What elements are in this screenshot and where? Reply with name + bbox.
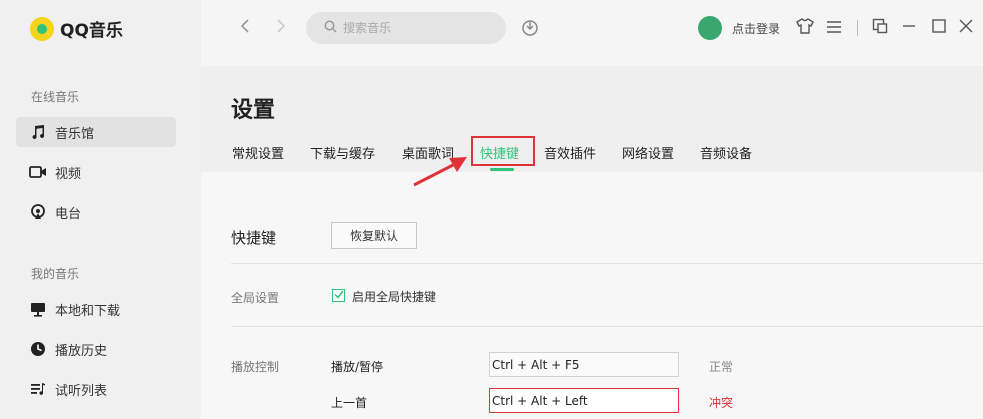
section-divider [231, 263, 983, 264]
search-input[interactable] [343, 21, 493, 35]
sidebar-item-play-history[interactable]: 播放历史 [16, 334, 176, 364]
qq-music-logo-icon [30, 16, 54, 41]
chevron-left-icon [240, 18, 250, 39]
hotkey-action-previous: 上一首 [331, 396, 368, 410]
monitor-icon [29, 300, 47, 318]
sidebar-item-label: 电台 [55, 206, 82, 222]
maximize-icon [931, 18, 947, 38]
enable-global-hotkeys-label[interactable]: 启用全局快捷键 [352, 288, 436, 305]
back-button[interactable] [235, 17, 255, 39]
tab-sound-effects[interactable]: 音效插件 [544, 143, 596, 162]
hotkey-status-normal: 正常 [709, 360, 734, 374]
maximize-button[interactable] [929, 18, 949, 38]
toolbar-divider [857, 20, 858, 36]
hotkey-status-conflict: 冲突 [709, 396, 734, 410]
sidebar-item-label: 音乐馆 [55, 126, 95, 142]
close-button[interactable] [956, 18, 976, 38]
history-icon [29, 340, 47, 358]
restore-default-button[interactable]: 恢复默认 [331, 222, 417, 249]
page-title: 设置 [231, 98, 276, 123]
sidebar-item-video[interactable]: 视频 [16, 157, 176, 187]
app-logo[interactable]: QQ音乐 [30, 16, 123, 41]
avatar[interactable] [698, 16, 722, 40]
my-music-section-title: 我的音乐 [31, 267, 80, 281]
video-icon [29, 163, 47, 181]
listen-recognize-button[interactable] [521, 18, 539, 42]
forward-button[interactable] [271, 17, 291, 39]
login-link[interactable]: 点击登录 [732, 20, 780, 37]
tab-general[interactable]: 常规设置 [232, 143, 284, 162]
radio-icon [29, 203, 47, 221]
sidebar-item-radio[interactable]: 电台 [16, 197, 176, 227]
close-icon [958, 18, 974, 38]
skin-button[interactable] [795, 18, 815, 38]
hotkey-input-play-pause[interactable] [489, 352, 679, 377]
sidebar-item-label: 本地和下载 [55, 303, 121, 319]
search-icon [324, 20, 337, 36]
annotation-arrow-icon [411, 152, 471, 192]
active-tab-highlight-box [471, 136, 535, 166]
music-note-icon [29, 123, 47, 141]
minimize-icon [901, 18, 917, 38]
active-tab-underline [490, 168, 514, 171]
tab-download-cache[interactable]: 下载与缓存 [310, 143, 375, 162]
hotkey-input-previous[interactable] [489, 388, 679, 413]
online-music-section-title: 在线音乐 [31, 90, 80, 104]
checkmark-icon [333, 290, 344, 302]
tab-audio-device[interactable]: 音频设备 [700, 143, 752, 162]
mini-mode-button[interactable] [870, 18, 890, 38]
settings-page: 设置 常规设置 下载与缓存 桌面歌词 快捷键 音效插件 网络设置 音频设备 快捷… [201, 66, 983, 419]
sidebar-item-label: 视频 [55, 166, 82, 182]
sidebar-item-label: 试听列表 [55, 383, 108, 399]
section-divider [231, 326, 983, 327]
menu-button[interactable] [824, 18, 844, 38]
search-box[interactable] [306, 12, 506, 44]
sidebar-item-label: 播放历史 [55, 343, 108, 359]
hotkey-action-play-pause: 播放/暂停 [331, 360, 384, 374]
hotkeys-section-title: 快捷键 [231, 229, 277, 247]
tab-network[interactable]: 网络设置 [622, 143, 674, 162]
chevron-right-icon [276, 18, 286, 39]
playback-control-label: 播放控制 [231, 360, 280, 374]
global-settings-label: 全局设置 [231, 291, 280, 305]
sidebar-item-local-download[interactable]: 本地和下载 [16, 294, 176, 324]
listen-recognize-icon [521, 20, 539, 42]
minimize-button[interactable] [899, 18, 919, 38]
app-name: QQ音乐 [60, 21, 123, 41]
playlist-icon [29, 380, 47, 398]
sidebar: QQ音乐 在线音乐 音乐馆 视频 电台 我的音乐 本地和下载 播放历史 试听列表 [0, 0, 201, 419]
tshirt-icon [796, 18, 814, 38]
sidebar-item-music-hall[interactable]: 音乐馆 [16, 117, 176, 147]
sidebar-item-trial-list[interactable]: 试听列表 [16, 374, 176, 404]
enable-global-hotkeys-checkbox[interactable] [332, 289, 345, 302]
menu-icon [826, 19, 842, 38]
mini-mode-icon [872, 18, 888, 38]
top-bar: 点击登录 [201, 0, 983, 66]
